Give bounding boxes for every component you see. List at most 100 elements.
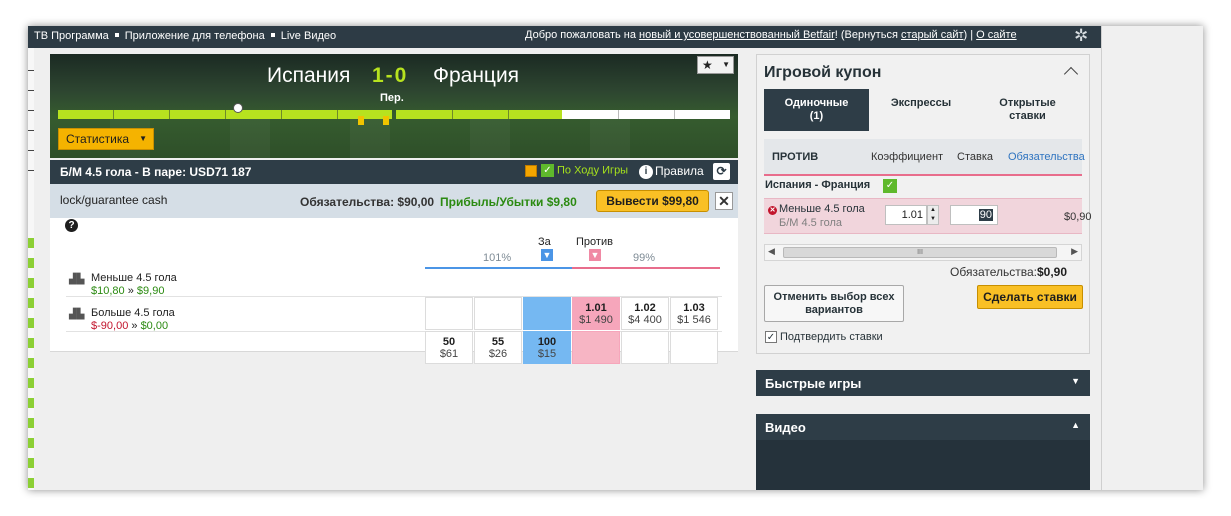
bet-slip: Игровой купон Одиночные (1) Экспрессы Отк… [756, 54, 1092, 354]
remove-bet-icon[interactable]: ✕ [768, 206, 777, 215]
cashout-bar: lock/guarantee cash Обязательства: $90,0… [50, 184, 738, 218]
lay-price-cell[interactable] [670, 331, 718, 364]
lay-price-cell[interactable] [621, 331, 669, 364]
price-amount: $1 546 [677, 314, 711, 326]
horizontal-scrollbar[interactable]: ◀ III ▶ [764, 244, 1082, 261]
old-site-link[interactable]: старый сайт [901, 29, 964, 41]
edge-tick [28, 170, 34, 171]
live-video-link[interactable]: Live Видео [281, 30, 336, 42]
edge-check-icon[interactable] [28, 478, 34, 488]
confirm-checkbox[interactable]: ✓ [765, 331, 777, 344]
scroll-right-icon[interactable]: ▶ [1071, 246, 1078, 257]
browser-viewport: ТВ Программа Приложение для телефона Live … [28, 26, 1203, 490]
edge-tick [28, 110, 34, 111]
price-amount: $15 [537, 348, 557, 360]
tab-accumulators[interactable]: Экспрессы [869, 89, 973, 131]
edge-check-icon[interactable] [28, 338, 34, 348]
edge-check-icon[interactable] [28, 458, 34, 468]
match-scoreboard: Испания 1-0 Франция Пер. ★ ▼ Статистика ▼ [50, 54, 738, 158]
chart-icon[interactable]: ▟▙ [69, 309, 84, 320]
edge-check-icon[interactable] [28, 358, 34, 368]
pl-arrow: » [131, 320, 138, 332]
quick-games-panel[interactable]: Быстрые игры ▼ [756, 370, 1090, 396]
confirm-bets-option[interactable]: ✓ Подтвердить ставки [765, 331, 883, 344]
rules-link[interactable]: i Правила [639, 164, 704, 179]
video-panel[interactable]: Видео ▲ [756, 414, 1090, 440]
statistics-label: Статистика [66, 132, 130, 146]
home-team-name: Испания [267, 64, 351, 87]
page: ТВ Программа Приложение для телефона Live … [0, 0, 1231, 516]
back-column-header: За [538, 236, 551, 248]
chevron-up-icon[interactable] [1064, 65, 1078, 79]
refresh-icon[interactable]: ⟳ [713, 163, 730, 180]
scrollbar-thumb[interactable]: III [783, 247, 1057, 258]
total-liability-value: $0,90 [1037, 265, 1068, 279]
odds-input[interactable]: 1.01 [885, 205, 927, 225]
scroll-left-icon[interactable]: ◀ [768, 246, 775, 257]
help-icon[interactable]: ? [65, 219, 78, 232]
statistics-button[interactable]: Статистика ▼ [58, 128, 154, 150]
edge-check-icon[interactable] [28, 238, 34, 248]
price-amount: $4 400 [628, 314, 662, 326]
bet-selection: Меньше 4.5 гола [779, 203, 865, 215]
favourite-button[interactable]: ★ ▼ [697, 56, 734, 74]
price-amount: $1 490 [579, 314, 613, 326]
price-odds: 1.01 [585, 302, 607, 314]
price-odds: 50 [442, 336, 456, 348]
back-price-cell[interactable] [425, 297, 473, 330]
best-back-price-cell[interactable] [523, 297, 571, 330]
runner-profit-loss: $-90,00 » $0,00 [91, 320, 168, 332]
about-site-link[interactable]: О сайте [976, 29, 1016, 41]
edge-check-icon[interactable] [28, 378, 34, 388]
mobile-app-link[interactable]: Приложение для телефона [125, 30, 265, 42]
welcome-message: Добро пожаловать на новый и усовершенств… [525, 29, 1017, 41]
timeline-tick [225, 110, 226, 119]
chart-icon[interactable]: ▟▙ [69, 274, 84, 285]
tab-singles[interactable]: Одиночные (1) [764, 89, 869, 131]
best-lay-price-cell[interactable] [572, 331, 620, 364]
video-player[interactable] [756, 440, 1090, 490]
back-price-cell[interactable]: 50 $61 [425, 331, 473, 364]
best-back-price-cell[interactable]: 100 $15 [523, 331, 571, 364]
edge-check-icon[interactable] [28, 418, 34, 428]
edge-check-icon[interactable] [28, 278, 34, 288]
edge-check-icon[interactable] [28, 258, 34, 268]
gear-icon[interactable]: ✲ [1074, 26, 1088, 46]
runner-name: Меньше 4.5 гола [91, 272, 177, 284]
button-label: вариантов [805, 304, 863, 316]
timeline-tick [618, 110, 619, 119]
bet-slip-tabs: Одиночные (1) Экспрессы Открытые ставки [764, 89, 1082, 131]
lay-divider [572, 267, 720, 269]
close-icon[interactable]: ✕ [715, 192, 733, 210]
tab-label: ставки [1009, 110, 1046, 122]
lay-column-header: Против [576, 236, 613, 248]
best-lay-price-cell[interactable]: 1.01 $1 490 [572, 297, 620, 330]
back-arrow-icon: ▼ [541, 249, 553, 261]
odds-stepper[interactable]: ▲ ▼ [927, 205, 939, 225]
side-header: ПРОТИВ [772, 151, 819, 163]
edge-tick [28, 90, 34, 91]
new-betfair-link[interactable]: новый и усовершенствованный Betfair [639, 29, 835, 41]
lay-price-cell[interactable]: 1.02 $4 400 [621, 297, 669, 330]
chevron-down-icon: ▼ [722, 60, 730, 69]
match-period: Пер. [380, 92, 404, 104]
edge-check-icon[interactable] [28, 438, 34, 448]
stake-input[interactable]: 90 [950, 205, 998, 225]
edge-check-icon[interactable] [28, 298, 34, 308]
edge-check-icon[interactable] [28, 398, 34, 408]
tv-program-link[interactable]: ТВ Программа [34, 30, 109, 42]
edge-check-icon[interactable] [28, 318, 34, 328]
edge-tick [28, 130, 34, 131]
cashout-button[interactable]: Вывести $99,80 [596, 190, 709, 212]
total-liability: Обязательства:$0,90 [950, 265, 1067, 279]
bet-slip-column-header: ПРОТИВ Коэффициент Ставка Обязательства [764, 139, 1085, 175]
tab-open-bets[interactable]: Открытые ставки [973, 89, 1082, 131]
back-price-cell[interactable]: 55 $26 [474, 331, 522, 364]
separator [114, 33, 119, 38]
lay-overround: 99% [633, 252, 656, 264]
runner-name: Больше 4.5 гола [91, 307, 175, 319]
back-price-cell[interactable] [474, 297, 522, 330]
cancel-all-selections-button[interactable]: Отменить выбор всех вариантов [764, 285, 904, 322]
lay-price-cell[interactable]: 1.03 $1 546 [670, 297, 718, 330]
place-bets-button[interactable]: Сделать ставки [977, 285, 1083, 309]
